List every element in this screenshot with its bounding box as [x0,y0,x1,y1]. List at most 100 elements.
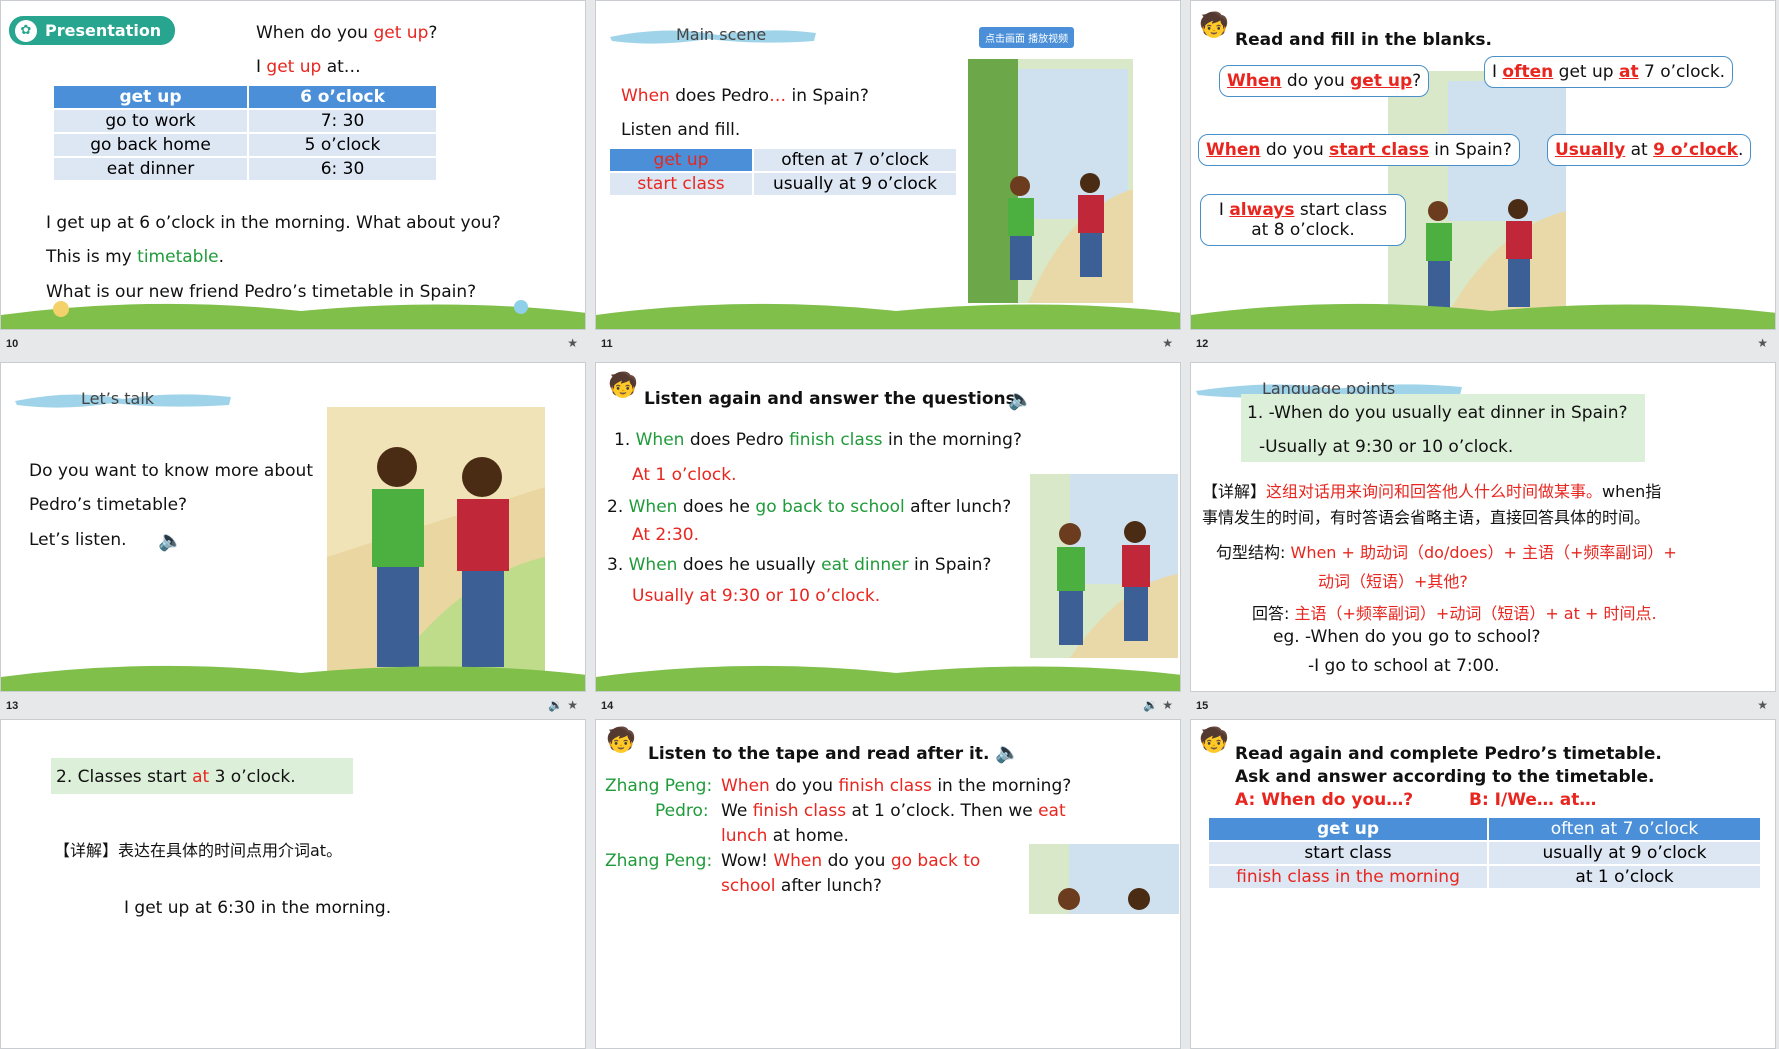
ground-decoration [596,303,1180,329]
slide-canvas: Language points 1. -When do you usually … [1190,362,1776,692]
play-video-button[interactable]: 点击画面 播放视频 [979,27,1075,48]
detail-line: 【详解】这组对话用来询问和回答他人什么时间做某事。when指 [1202,482,1662,501]
slide-canvas: Let’s talk Do you want to know more abou… [0,362,586,692]
question-line: 1. When does Pedro finish class in the m… [614,430,1022,450]
title-brush: Let’s talk [13,385,231,411]
speech-bubble: When do you start class in Spain? [1198,134,1520,166]
text-line: I get up at 6 o’clock in the morning. Wh… [46,213,501,233]
text-line: Pedro’s timetable? [29,495,188,515]
instruction-line: Ask and answer according to the timetabl… [1235,767,1655,787]
slide-footer: 13 🔉★ [6,698,582,712]
boys-scene-image [1030,474,1178,658]
detail-line: 【详解】表达在具体的时间点用介词at。 [54,841,343,860]
slide-canvas: 🧒 Read again and complete Pedro’s timeta… [1190,719,1776,1049]
example-a: -Usually at 9:30 or 10 o’clock. [1259,437,1514,457]
star-icon[interactable]: ★ [567,336,582,350]
dialog-line: We finish class at 1 o’clock. Then we ea… [721,801,1066,821]
instruction-line: Read again and complete Pedro’s timetabl… [1235,744,1662,764]
slide-footer: 14 🔉★ [601,698,1177,712]
text-line: This is my timetable. [46,247,225,267]
boy-mascot-icon: 🧒 [1199,727,1229,754]
badge-icon: ✿ [15,20,37,42]
presentation-badge: ✿ Presentation [9,16,176,45]
instruction: Listen and fill. [621,120,741,140]
text-line: Let’s listen. [29,530,127,550]
slide-title: Listen to the tape and read after it. [648,744,990,764]
boys-scene-image [968,59,1133,303]
speaker-icon[interactable]: 🔈 [995,740,1020,765]
detail-line: 事情发生的时间，有时答语会省略主语，直接回答具体的时间。 [1202,508,1651,527]
eg-line: eg. -When do you go to school? [1273,627,1541,647]
table-cell: eat dinner [52,156,249,182]
slide-canvas: 🧒 Listen again and answer the questions.… [595,362,1181,692]
table-cell: 6: 30 [247,156,438,182]
table-header: 6 o’clock [247,84,438,110]
slide-title: Listen again and answer the questions. [644,389,1023,409]
dialog-line: Wow! When do you go back to [721,851,981,871]
text-line: Do you want to know more about [29,461,313,481]
slide-footer: 10 ★ [6,336,582,350]
answer-line: I get up at… [256,57,361,77]
table-cell: 7: 30 [247,108,438,134]
table-cell: go to work [52,108,249,134]
slide-footer: 11 ★ [601,336,1177,350]
ground-decoration [1,300,585,329]
slide-canvas: 🧒 Listen to the tape and read after it. … [595,719,1181,1049]
slide-canvas: Main scene 点击画面 播放视频 When does Pedro… in… [595,0,1181,330]
dialog-line: lunch at home. [721,826,849,846]
slide-canvas: ✿ Presentation When do you get up? I get … [0,0,586,330]
question-line: When does Pedro… in Spain? [621,86,869,106]
speech-bubble: Usually at 9 o’clock. [1547,134,1752,166]
answer-line: At 2:30. [632,525,699,545]
example-line: 2. Classes start at 3 o’clock. [56,767,296,787]
ground-decoration [1,665,585,691]
cutoff-line: I get up at 6:30 in the morning. [124,898,392,918]
speaker-label: Zhang Peng: [605,776,713,796]
boy-mascot-icon: 🧒 [608,372,638,399]
boy-mascot-icon: 🧒 [1199,12,1229,39]
slide-sorter-grid: ✿ Presentation When do you get up? I get … [0,0,1779,1049]
timetable: get up 6 o’clock go to work 7: 30 go back … [52,84,438,182]
ground-decoration [596,665,1180,691]
speech-bubble: I often get up at 7 o’clock. [1484,56,1734,88]
table-header: get up [52,84,249,110]
dialog-line: When do you finish class in the morning? [721,776,1072,796]
sound-star-icons[interactable]: 🔉★ [1143,698,1177,712]
question-line: When do you get up? [256,23,438,43]
pedro-timetable: get up often at 7 o’clock start class usua… [1207,816,1762,890]
sound-star-icons[interactable]: 🔉★ [548,698,582,712]
slide-canvas: 🧒 Read and fill in the blanks. When do y… [1190,0,1776,330]
speech-bubble: When do you get up? [1219,65,1430,97]
example-q: 1. -When do you usually eat dinner in Sp… [1247,403,1628,423]
slide-canvas: 2. Classes start at 3 o’clock. 【详解】表达在具体… [0,719,586,1049]
speaker-icon[interactable]: 🔈 [158,528,183,553]
star-icon[interactable]: ★ [1757,336,1772,350]
speaker-label: Zhang Peng: [605,851,713,871]
table-cell: 5 o’clock [247,132,438,158]
structure-line: 动词（短语）+其他? [1318,572,1468,591]
pattern-b: B: I/We… at… [1469,790,1597,810]
title-brush: Main scene [608,21,816,47]
structure-line: 句型结构: When + 助动词（do/does）+ 主语（+频率副词）+ [1216,543,1677,562]
speech-bubble: I always start class at 8 o’clock. [1200,194,1406,246]
star-icon[interactable]: ★ [1757,698,1772,712]
fill-table: get up often at 7 o’clock start class usua… [608,147,958,197]
pattern-a: A: When do you…? [1235,790,1414,810]
question-line: 2. When does he go back to school after … [607,497,1012,517]
answer-line: At 1 o’clock. [632,465,737,485]
slide-title: Read and fill in the blanks. [1235,30,1492,50]
boys-scene-image [327,407,545,677]
question-line: 3. When does he usually eat dinner in Sp… [607,555,992,575]
speaker-label: Pedro: [655,801,709,821]
boy-mascot-icon: 🧒 [606,727,636,754]
eg-line: -I go to school at 7:00. [1308,656,1500,676]
star-icon[interactable]: ★ [1162,336,1177,350]
dialog-line: school after lunch? [721,876,882,896]
slide-footer: 15 ★ [1196,698,1772,712]
table-cell: go back home [52,132,249,158]
reply-line: 回答: 主语（+频率副词）+动词（短语）+ at + 时间点. [1252,604,1657,623]
slide-footer: 12 ★ [1196,336,1772,350]
speaker-icon[interactable]: 🔈 [1008,387,1033,412]
answer-line: Usually at 9:30 or 10 o’clock. [632,586,881,606]
ground-decoration [1191,303,1775,329]
